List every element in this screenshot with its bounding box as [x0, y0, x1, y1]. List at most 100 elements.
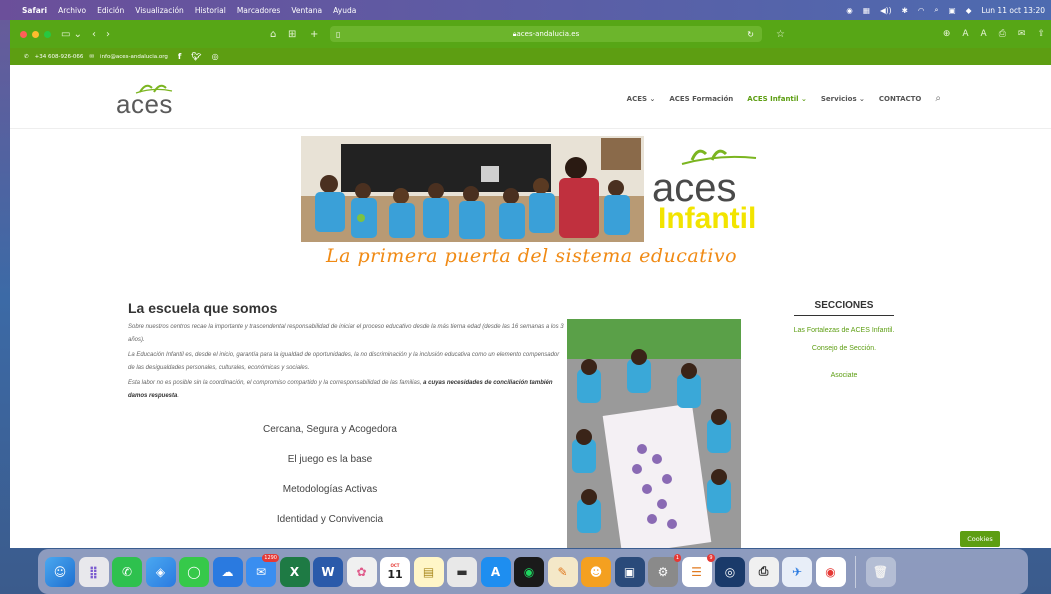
download-icon[interactable]: ⊕	[943, 29, 951, 39]
site-logo[interactable]: aces	[116, 89, 173, 120]
intro-paragraph-3-text: Esta labor no es posible sin la coordina…	[128, 380, 424, 386]
section-link-consejo[interactable]: Consejo de Sección.	[774, 345, 914, 352]
safari-icon[interactable]: ◈	[145, 556, 176, 587]
sections-sidebar: SECCIONES Las Fortalezas de ACES Infanti…	[774, 300, 914, 379]
home-icon[interactable]: ⌂	[270, 29, 276, 40]
close-window-button[interactable]	[20, 30, 27, 38]
pages-icon[interactable]: ✎	[547, 556, 578, 587]
safari-toolbar: ▭ ⌄ ‹ › ⌂ ⊞ + ▯ 🔒︎ aces-andalucia.es ↻ ☆…	[10, 20, 1051, 48]
volume-icon[interactable]: ◀))	[880, 6, 892, 15]
site-header: aces ACES ⌄ ACES Formación ACES Infantil…	[10, 65, 1051, 129]
share-icon[interactable]: ⇪	[1037, 29, 1045, 39]
intro-paragraph-1: Sobre nuestros centros recae la importan…	[128, 324, 564, 343]
onedrive-icon[interactable]: ☁	[212, 556, 243, 587]
zoom-window-button[interactable]	[44, 30, 51, 38]
sidebar-toggle-icon[interactable]: ▭ ⌄	[61, 29, 82, 40]
features-list: Cercana, Segura y Acogedora El juego es …	[180, 423, 480, 543]
search-icon[interactable]: ⌕	[935, 93, 941, 104]
feature-item: Metodologías Activas	[282, 484, 378, 495]
excel-icon[interactable]: X	[279, 556, 310, 587]
menu-visualizacion[interactable]: Visualización	[135, 6, 184, 15]
children-photo	[567, 319, 741, 548]
feedback-assistant-icon[interactable]: ✈	[782, 556, 812, 587]
minimize-window-button[interactable]	[32, 30, 39, 38]
brand-infantil-text: Infantil	[658, 202, 757, 235]
mail-badge: 1290	[262, 553, 279, 562]
launchpad-icon[interactable]: ⣿	[78, 556, 109, 587]
contact-email[interactable]: info@aces-andalucia.org	[100, 54, 168, 60]
feature-item: Cercana, Segura y Acogedora	[263, 424, 397, 435]
nav-contacto[interactable]: CONTACTO	[879, 95, 921, 103]
new-tab-icon[interactable]: +	[310, 29, 318, 40]
nav-aces-formacion[interactable]: ACES Formación	[669, 95, 733, 103]
menu-historial[interactable]: Historial	[195, 6, 226, 15]
nav-aces-infantil[interactable]: ACES Infantil ⌄	[747, 95, 807, 103]
reload-icon[interactable]: ↻	[747, 30, 754, 39]
wifi-icon[interactable]: ◠	[918, 6, 925, 15]
nav-aces[interactable]: ACES ⌄	[627, 95, 656, 103]
twitter-icon[interactable]: 🐦︎	[191, 52, 201, 61]
spotlight-icon[interactable]: ⌕	[934, 5, 938, 15]
calendar-icon[interactable]: OCT 11	[380, 556, 410, 587]
bookmark-star-icon[interactable]: ☆	[776, 29, 785, 40]
phone-icon: ✆	[24, 53, 29, 60]
word-icon[interactable]: W	[313, 556, 343, 587]
forward-arrow-icon[interactable]: ›	[106, 29, 110, 40]
menu-edicion[interactable]: Edición	[97, 6, 124, 15]
whatsapp-icon[interactable]: ✆	[112, 556, 142, 587]
section-link-asociate[interactable]: Asociate	[774, 372, 914, 379]
text-smaller-icon[interactable]: A	[962, 29, 968, 39]
nav-servicios[interactable]: Servicios ⌄	[821, 95, 865, 103]
address-bar[interactable]: ▯ 🔒︎ aces-andalucia.es ↻	[330, 26, 762, 42]
menu-marcadores[interactable]: Marcadores	[237, 6, 281, 15]
mail-icon[interactable]: ✉ 1290	[246, 553, 279, 587]
mail-page-icon[interactable]: ✉	[1018, 29, 1026, 39]
menu-ayuda[interactable]: Ayuda	[333, 6, 356, 15]
print-icon[interactable]: ⎙	[999, 29, 1006, 39]
menu-archivo[interactable]: Archivo	[58, 6, 86, 15]
menubar-clock[interactable]: Lun 11 oct 13:20	[981, 6, 1045, 15]
page-title: La escuela que somos	[128, 300, 278, 316]
bluetooth-icon[interactable]: ✱	[902, 6, 908, 15]
aces-infantil-brand: aces Infantil	[648, 142, 778, 242]
web-page: aces ACES ⌄ ACES Formación ACES Infantil…	[10, 65, 1051, 548]
window-controls	[20, 30, 51, 38]
menu-app-name[interactable]: Safari	[22, 6, 47, 15]
feature-item: Identidad y Convivencia	[276, 514, 384, 525]
dock-separator	[855, 555, 856, 588]
back-arrow-icon[interactable]: ‹	[92, 29, 96, 40]
tab-overview-icon[interactable]: ⊞	[288, 29, 296, 40]
spotify-icon[interactable]: ◉	[514, 556, 544, 587]
section-link-fortalezas[interactable]: Las Fortalezas de ACES Infantil.	[774, 327, 914, 334]
toolbar-right-icons: ⊕ A A ⎙ ✉ ⇪	[943, 29, 1045, 39]
trash-icon[interactable]: 🗑︎	[865, 556, 896, 587]
cookies-button[interactable]: Cookies	[960, 531, 1000, 547]
printer-icon[interactable]: ⎙	[748, 556, 779, 587]
preview-icon[interactable]: ▣	[614, 556, 645, 587]
quicktime-icon[interactable]: ◎	[715, 556, 745, 587]
notes-icon[interactable]: ▤	[413, 556, 444, 587]
messages-icon[interactable]: ◯	[179, 556, 209, 587]
contact-phone[interactable]: +34 608-926-066	[35, 54, 84, 60]
control-center-icon[interactable]: ◉	[846, 6, 853, 15]
scanner-icon[interactable]: ▬	[447, 556, 477, 587]
page-settings-icon[interactable]: ▯	[336, 30, 340, 39]
instagram-icon[interactable]: ◎	[212, 52, 219, 61]
contact-bar: ✆ +34 608-926-066 ✉ info@aces-andalucia.…	[10, 48, 1051, 65]
display-icon[interactable]: ▣	[949, 6, 956, 15]
system-preferences-icon[interactable]: ⚙ 1	[648, 553, 681, 587]
menu-ventana[interactable]: Ventana	[291, 6, 322, 15]
app-store-icon[interactable]: A	[480, 556, 511, 587]
siri-icon[interactable]: ◆	[966, 6, 972, 15]
facebook-icon[interactable]: f	[178, 52, 181, 61]
reminders-icon[interactable]: ☰ 9	[681, 553, 715, 587]
photos-icon[interactable]: ✿	[346, 556, 377, 587]
url-text: aces-andalucia.es	[516, 30, 580, 38]
grid-status-icon[interactable]: ▦	[863, 6, 870, 15]
intro-text: Sobre nuestros centros recae la importan…	[128, 321, 564, 405]
finder-icon[interactable]: ☺	[45, 556, 75, 587]
text-larger-icon[interactable]: A	[981, 29, 987, 39]
faces-app-icon[interactable]: ☻	[581, 556, 611, 587]
intro-paragraph-2: La Educación Infantil es, desde el inici…	[128, 352, 560, 371]
chrome-icon[interactable]: ◉	[815, 556, 846, 587]
